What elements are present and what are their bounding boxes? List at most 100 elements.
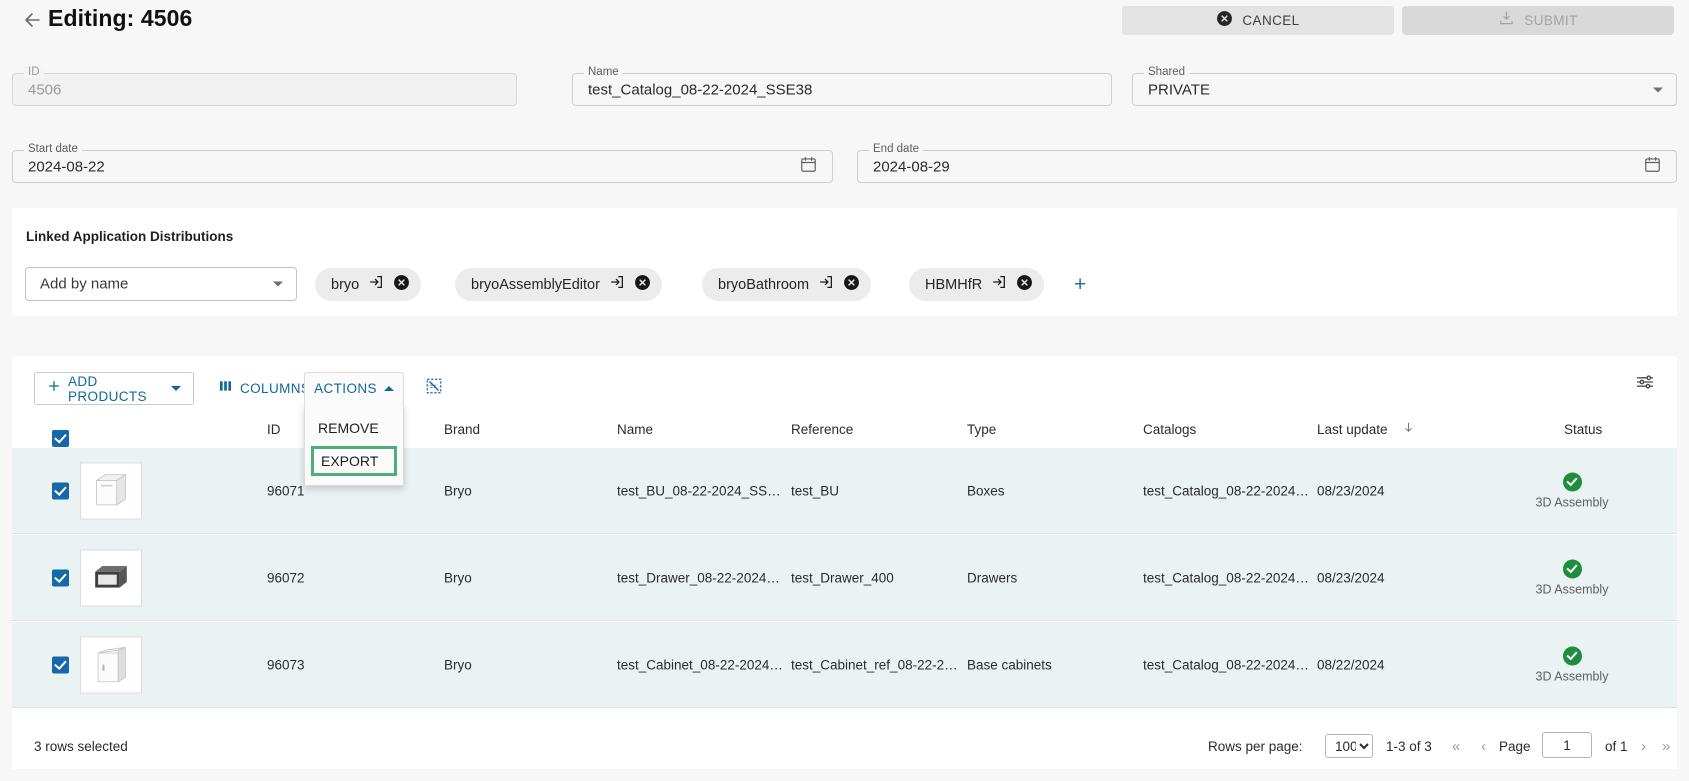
row-checkbox[interactable] bbox=[52, 656, 69, 673]
rows-per-page-label: Rows per page: bbox=[1208, 739, 1303, 754]
submit-button[interactable]: SUBMIT bbox=[1402, 6, 1674, 35]
column-header-catalogs[interactable]: Catalogs bbox=[1143, 422, 1196, 437]
app-root: Editing: 4506 CANCEL SUBMIT ID 4506 Name… bbox=[0, 0, 1689, 781]
page-number-input[interactable] bbox=[1542, 732, 1592, 758]
calendar-icon[interactable] bbox=[799, 155, 818, 179]
table-row[interactable]: 96071 Bryo test_BU_08-22-2024_SS… test_B… bbox=[12, 448, 1677, 534]
save-download-icon bbox=[1498, 10, 1515, 32]
add-by-name-select[interactable]: Add by name bbox=[25, 267, 297, 301]
chip-label: bryoAssemblyEditor bbox=[471, 276, 600, 293]
shared-select[interactable]: Shared PRIVATE bbox=[1132, 66, 1677, 106]
check-circle-icon bbox=[1562, 559, 1582, 578]
open-in-icon[interactable] bbox=[368, 274, 384, 295]
column-header-reference[interactable]: Reference bbox=[791, 422, 853, 437]
actions-button[interactable]: ACTIONS bbox=[304, 372, 404, 405]
prev-page-button[interactable]: ‹ bbox=[1481, 738, 1486, 755]
cancel-button[interactable]: CANCEL bbox=[1122, 6, 1394, 35]
actions-menu-item-remove[interactable]: REMOVE bbox=[305, 413, 403, 443]
cell-reference: test_Cabinet_ref_08-22-2… bbox=[791, 657, 958, 672]
row-checkbox[interactable] bbox=[52, 569, 69, 586]
add-products-button[interactable]: ADD PRODUCTS bbox=[34, 372, 194, 405]
deselect-all-button[interactable] bbox=[417, 372, 451, 405]
column-header-id[interactable]: ID bbox=[267, 422, 281, 437]
columns-icon bbox=[218, 379, 233, 398]
table-row[interactable]: 96072 Bryo test_Drawer_08-22-2024… test_… bbox=[12, 535, 1677, 621]
id-field: ID 4506 bbox=[12, 66, 517, 106]
product-thumbnail bbox=[80, 636, 142, 693]
table-toolbar: ADD PRODUCTS COLUMNS ACTIONS bbox=[12, 356, 1677, 412]
open-in-icon[interactable] bbox=[818, 274, 834, 295]
distribution-chip[interactable]: bryoBathroom bbox=[702, 268, 872, 301]
open-in-icon[interactable] bbox=[991, 274, 1007, 295]
cell-type: Base cabinets bbox=[967, 657, 1052, 672]
distribution-chip[interactable]: HBMHfR bbox=[909, 268, 1045, 301]
linked-distributions-panel: Linked Application Distributions Add by … bbox=[12, 208, 1677, 316]
name-field-label: Name bbox=[584, 66, 623, 78]
remove-circle-icon[interactable] bbox=[843, 274, 860, 296]
page-title: Editing: 4506 bbox=[48, 5, 193, 31]
chevron-down-icon bbox=[171, 386, 181, 391]
table-header-row: ID Brand Name Reference Type Catalogs La… bbox=[12, 412, 1677, 448]
arrow-down-icon bbox=[1402, 420, 1415, 438]
open-in-icon[interactable] bbox=[609, 274, 625, 295]
next-page-button[interactable]: › bbox=[1641, 738, 1646, 755]
arrow-left-icon[interactable] bbox=[20, 8, 44, 32]
calendar-icon[interactable] bbox=[1643, 155, 1662, 179]
status-badge: 3D Assembly bbox=[1512, 472, 1632, 509]
cell-catalogs: test_Catalog_08-22-2024… bbox=[1143, 483, 1309, 498]
id-field-value: 4506 bbox=[28, 81, 62, 98]
columns-button[interactable]: COLUMNS bbox=[210, 372, 318, 405]
add-products-label: ADD PRODUCTS bbox=[68, 373, 147, 404]
actions-dropdown-menu: REMOVE EXPORT bbox=[304, 404, 404, 486]
cell-type: Drawers bbox=[967, 570, 1018, 585]
cell-id: 96072 bbox=[267, 570, 305, 585]
product-thumbnail bbox=[80, 462, 142, 519]
status-badge: 3D Assembly bbox=[1512, 559, 1632, 596]
start-date-field[interactable]: Start date 2024-08-22 bbox=[12, 143, 833, 183]
column-header-name[interactable]: Name bbox=[617, 422, 653, 437]
table-footer: 3 rows selected Rows per page: 100 1-3 o… bbox=[12, 727, 1677, 769]
chevron-down-icon bbox=[1653, 87, 1663, 92]
chevron-up-icon bbox=[383, 386, 394, 391]
end-date-label: End date bbox=[869, 143, 924, 155]
end-date-field[interactable]: End date 2024-08-29 bbox=[857, 143, 1677, 183]
table-settings-button[interactable] bbox=[1635, 372, 1655, 397]
remove-circle-icon[interactable] bbox=[1016, 274, 1033, 296]
distribution-chip[interactable]: bryo bbox=[315, 268, 422, 301]
plus-icon bbox=[47, 379, 61, 398]
id-field-label: ID bbox=[24, 66, 44, 78]
cell-name: test_Drawer_08-22-2024… bbox=[617, 570, 780, 585]
check-circle-icon bbox=[1562, 472, 1582, 491]
table-row[interactable]: 96073 Bryo test_Cabinet_08-22-2024… test… bbox=[12, 622, 1677, 708]
cell-id: 96073 bbox=[267, 657, 305, 672]
column-header-brand[interactable]: Brand bbox=[444, 422, 480, 437]
column-header-last-update[interactable]: Last update bbox=[1317, 422, 1388, 437]
product-thumbnail bbox=[80, 549, 142, 606]
distribution-chip[interactable]: bryoAssemblyEditor bbox=[455, 268, 662, 301]
cancel-button-label: CANCEL bbox=[1242, 13, 1300, 28]
shared-select-label: Shared bbox=[1144, 66, 1190, 78]
column-header-type[interactable]: Type bbox=[967, 422, 996, 437]
remove-circle-icon[interactable] bbox=[634, 274, 651, 296]
cell-last-update: 08/23/2024 bbox=[1317, 570, 1385, 585]
cell-catalogs: test_Catalog_08-22-2024… bbox=[1143, 570, 1309, 585]
cell-brand: Bryo bbox=[444, 657, 472, 672]
chevron-down-icon bbox=[273, 281, 283, 287]
name-field[interactable]: Name test_Catalog_08-22-2024_SSE38 bbox=[572, 66, 1112, 106]
start-date-value: 2024-08-22 bbox=[28, 158, 105, 175]
status-badge: 3D Assembly bbox=[1512, 646, 1632, 683]
cell-last-update: 08/22/2024 bbox=[1317, 657, 1385, 672]
cell-reference: test_Drawer_400 bbox=[791, 570, 894, 585]
column-header-status[interactable]: Status bbox=[1564, 422, 1602, 437]
rows-per-page-select[interactable]: 100 bbox=[1325, 734, 1373, 758]
row-checkbox[interactable] bbox=[52, 482, 69, 499]
actions-menu-item-export[interactable]: EXPORT bbox=[311, 446, 397, 476]
add-distribution-button[interactable]: + bbox=[1074, 274, 1086, 295]
products-table-panel: ADD PRODUCTS COLUMNS ACTIONS REMOVE EXPO… bbox=[12, 356, 1677, 769]
remove-circle-icon[interactable] bbox=[393, 274, 410, 296]
cell-name: test_Cabinet_08-22-2024… bbox=[617, 657, 783, 672]
last-page-button[interactable]: » bbox=[1662, 738, 1670, 755]
select-all-checkbox[interactable] bbox=[52, 430, 69, 447]
cell-brand: Bryo bbox=[444, 483, 472, 498]
first-page-button[interactable]: « bbox=[1452, 738, 1460, 755]
